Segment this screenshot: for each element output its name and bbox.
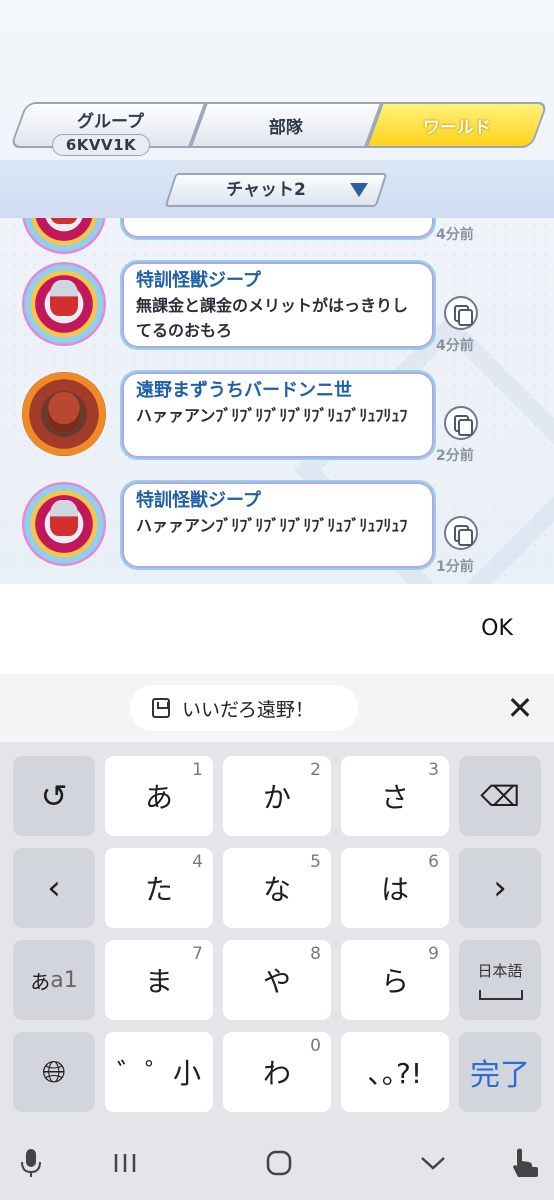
message-bubble: 特訓怪獣ジープ ハァァアンﾌﾞﾘﾌﾞﾘﾌﾞﾘﾌﾞﾘﾌﾞﾘｭﾌﾞﾘｭﾌﾘｭﾌ bbox=[120, 480, 436, 570]
tab-group-label: グループ bbox=[76, 111, 144, 132]
message-text: ハァァアンﾌﾞﾘﾌﾞﾘﾌﾞﾘﾌﾞﾘﾌﾞﾘｭﾌﾞﾘｭﾌﾘｭﾌ bbox=[136, 406, 408, 425]
key-label: ら bbox=[380, 965, 409, 998]
spacebar-icon bbox=[479, 990, 523, 1000]
message-time: 4分前 bbox=[436, 338, 474, 354]
key-number: 6 bbox=[428, 852, 439, 872]
key-number: 2 bbox=[310, 760, 321, 780]
space-label: 日本語 bbox=[477, 962, 523, 980]
key-ya[interactable]: や8 bbox=[223, 940, 331, 1020]
language-key[interactable]: 🌐︎ bbox=[13, 1032, 95, 1112]
key-label: や bbox=[262, 965, 291, 998]
key-label: た bbox=[144, 873, 173, 906]
avatar[interactable] bbox=[22, 482, 106, 566]
cursor-left-key[interactable]: ‹ bbox=[13, 848, 95, 928]
sender-name: 遠野まずうちバードンニ世 bbox=[136, 380, 352, 401]
key-number: 7 bbox=[192, 944, 203, 964]
mode-alnum-label: a1 bbox=[50, 967, 78, 993]
copy-icon[interactable] bbox=[444, 406, 478, 440]
key-ra[interactable]: ら9 bbox=[341, 940, 449, 1020]
sender-name: 特訓怪獣ジープ bbox=[136, 270, 261, 291]
key-sa[interactable]: さ3 bbox=[341, 756, 449, 836]
close-icon[interactable]: ✕ bbox=[502, 690, 538, 726]
key-label: ま bbox=[144, 965, 173, 998]
avatar[interactable] bbox=[22, 262, 106, 346]
key-number: 1 bbox=[192, 760, 203, 780]
tab-squad[interactable]: 部隊 bbox=[189, 102, 383, 148]
done-label: 完了 bbox=[470, 1058, 530, 1093]
key-number: 4 bbox=[192, 852, 203, 872]
recent-apps-icon[interactable] bbox=[108, 1146, 142, 1180]
key-dakuten[interactable]: ゛゜小 bbox=[105, 1032, 213, 1112]
key-number: 5 bbox=[310, 852, 321, 872]
chevron-down-icon bbox=[350, 183, 368, 197]
microphone-icon[interactable] bbox=[14, 1146, 48, 1180]
chevron-left-icon: ‹ bbox=[47, 868, 61, 908]
tab-world-label: ワールド bbox=[423, 117, 491, 138]
key-na[interactable]: な5 bbox=[223, 848, 331, 928]
ok-button[interactable]: OK bbox=[460, 605, 534, 653]
avatar[interactable] bbox=[22, 218, 106, 254]
undo-key[interactable]: ↺ bbox=[13, 756, 95, 836]
key-wa[interactable]: わ0 bbox=[223, 1032, 331, 1112]
clipboard-suggestion-chip[interactable]: いいだろ遠野！ bbox=[130, 685, 358, 731]
group-id-badge: 6KVV1K bbox=[52, 134, 150, 156]
input-mode-key[interactable]: あ a1 bbox=[13, 940, 95, 1020]
done-key[interactable]: 完了 bbox=[459, 1032, 541, 1112]
key-label: さ bbox=[380, 781, 409, 814]
message-list[interactable]: 4分前 特訓怪獣ジープ 無課金と課金のメリットがはっきりしてるのおもろ 4分前 … bbox=[0, 218, 554, 584]
key-label: ､｡?! bbox=[367, 1057, 423, 1090]
chevron-right-icon: › bbox=[493, 868, 507, 908]
chat-channel-label: チャット2 bbox=[226, 180, 306, 200]
undo-icon: ↺ bbox=[40, 777, 68, 815]
key-ha[interactable]: は6 bbox=[341, 848, 449, 928]
key-label: な bbox=[262, 873, 291, 906]
key-label: ゛゜小 bbox=[116, 1057, 201, 1090]
key-punctuation[interactable]: ､｡?! bbox=[341, 1032, 449, 1112]
backspace-key[interactable]: ⌫ bbox=[459, 756, 541, 836]
sender-name: 特訓怪獣ジープ bbox=[136, 490, 261, 511]
avatar[interactable] bbox=[22, 372, 106, 456]
message-time: 1分前 bbox=[436, 559, 474, 575]
message-bubble: 遠野まずうちバードンニ世 ハァァアンﾌﾞﾘﾌﾞﾘﾌﾞﾘﾌﾞﾘﾌﾞﾘｭﾌﾞﾘｭﾌﾘ… bbox=[120, 370, 436, 460]
message-text: ハァァアンﾌﾞﾘﾌﾞﾘﾌﾞﾘﾌﾞﾘﾌﾞﾘｭﾌﾞﾘｭﾌﾘｭﾌ bbox=[136, 516, 408, 535]
message-time: 4分前 bbox=[436, 227, 474, 243]
backspace-icon: ⌫ bbox=[480, 779, 520, 813]
message-text: 無課金と課金のメリットがはっきりしてるのおもろ bbox=[136, 296, 409, 340]
key-number: 3 bbox=[428, 760, 439, 780]
tab-squad-label: 部隊 bbox=[269, 117, 303, 138]
key-ka[interactable]: か2 bbox=[223, 756, 331, 836]
game-screen: グループ 部隊 ワールド 6KVV1K チャット2 4分前 特訓怪獣ジープ 無課… bbox=[0, 0, 554, 584]
key-a[interactable]: あ1 bbox=[105, 756, 213, 836]
key-label: か bbox=[262, 781, 291, 814]
clipboard-icon bbox=[152, 698, 170, 718]
key-label: は bbox=[380, 873, 409, 906]
key-label: あ bbox=[144, 781, 173, 814]
globe-icon: 🌐︎ bbox=[42, 1054, 66, 1090]
message-time: 2分前 bbox=[436, 448, 474, 464]
copy-icon[interactable] bbox=[444, 516, 478, 550]
key-ta[interactable]: た4 bbox=[105, 848, 213, 928]
mode-kana-label: あ bbox=[30, 969, 51, 994]
clipboard-suggestion-text: いいだろ遠野！ bbox=[182, 698, 314, 721]
tab-world[interactable]: ワールド bbox=[365, 102, 549, 148]
key-number: 8 bbox=[310, 944, 321, 964]
chevron-down-icon[interactable] bbox=[416, 1146, 450, 1180]
key-ma[interactable]: ま7 bbox=[105, 940, 213, 1020]
copy-icon[interactable] bbox=[444, 296, 478, 330]
key-number: 0 bbox=[310, 1036, 321, 1056]
cursor-right-key[interactable]: › bbox=[459, 848, 541, 928]
home-icon[interactable] bbox=[262, 1146, 296, 1180]
message-bubble bbox=[120, 218, 436, 240]
key-number: 9 bbox=[428, 944, 439, 964]
space-key[interactable]: 日本語 bbox=[459, 940, 541, 1020]
message-bubble: 特訓怪獣ジープ 無課金と課金のメリットがはっきりしてるのおもろ bbox=[120, 260, 436, 350]
touch-lock-icon[interactable] bbox=[504, 1146, 544, 1180]
key-label: わ bbox=[262, 1057, 291, 1090]
